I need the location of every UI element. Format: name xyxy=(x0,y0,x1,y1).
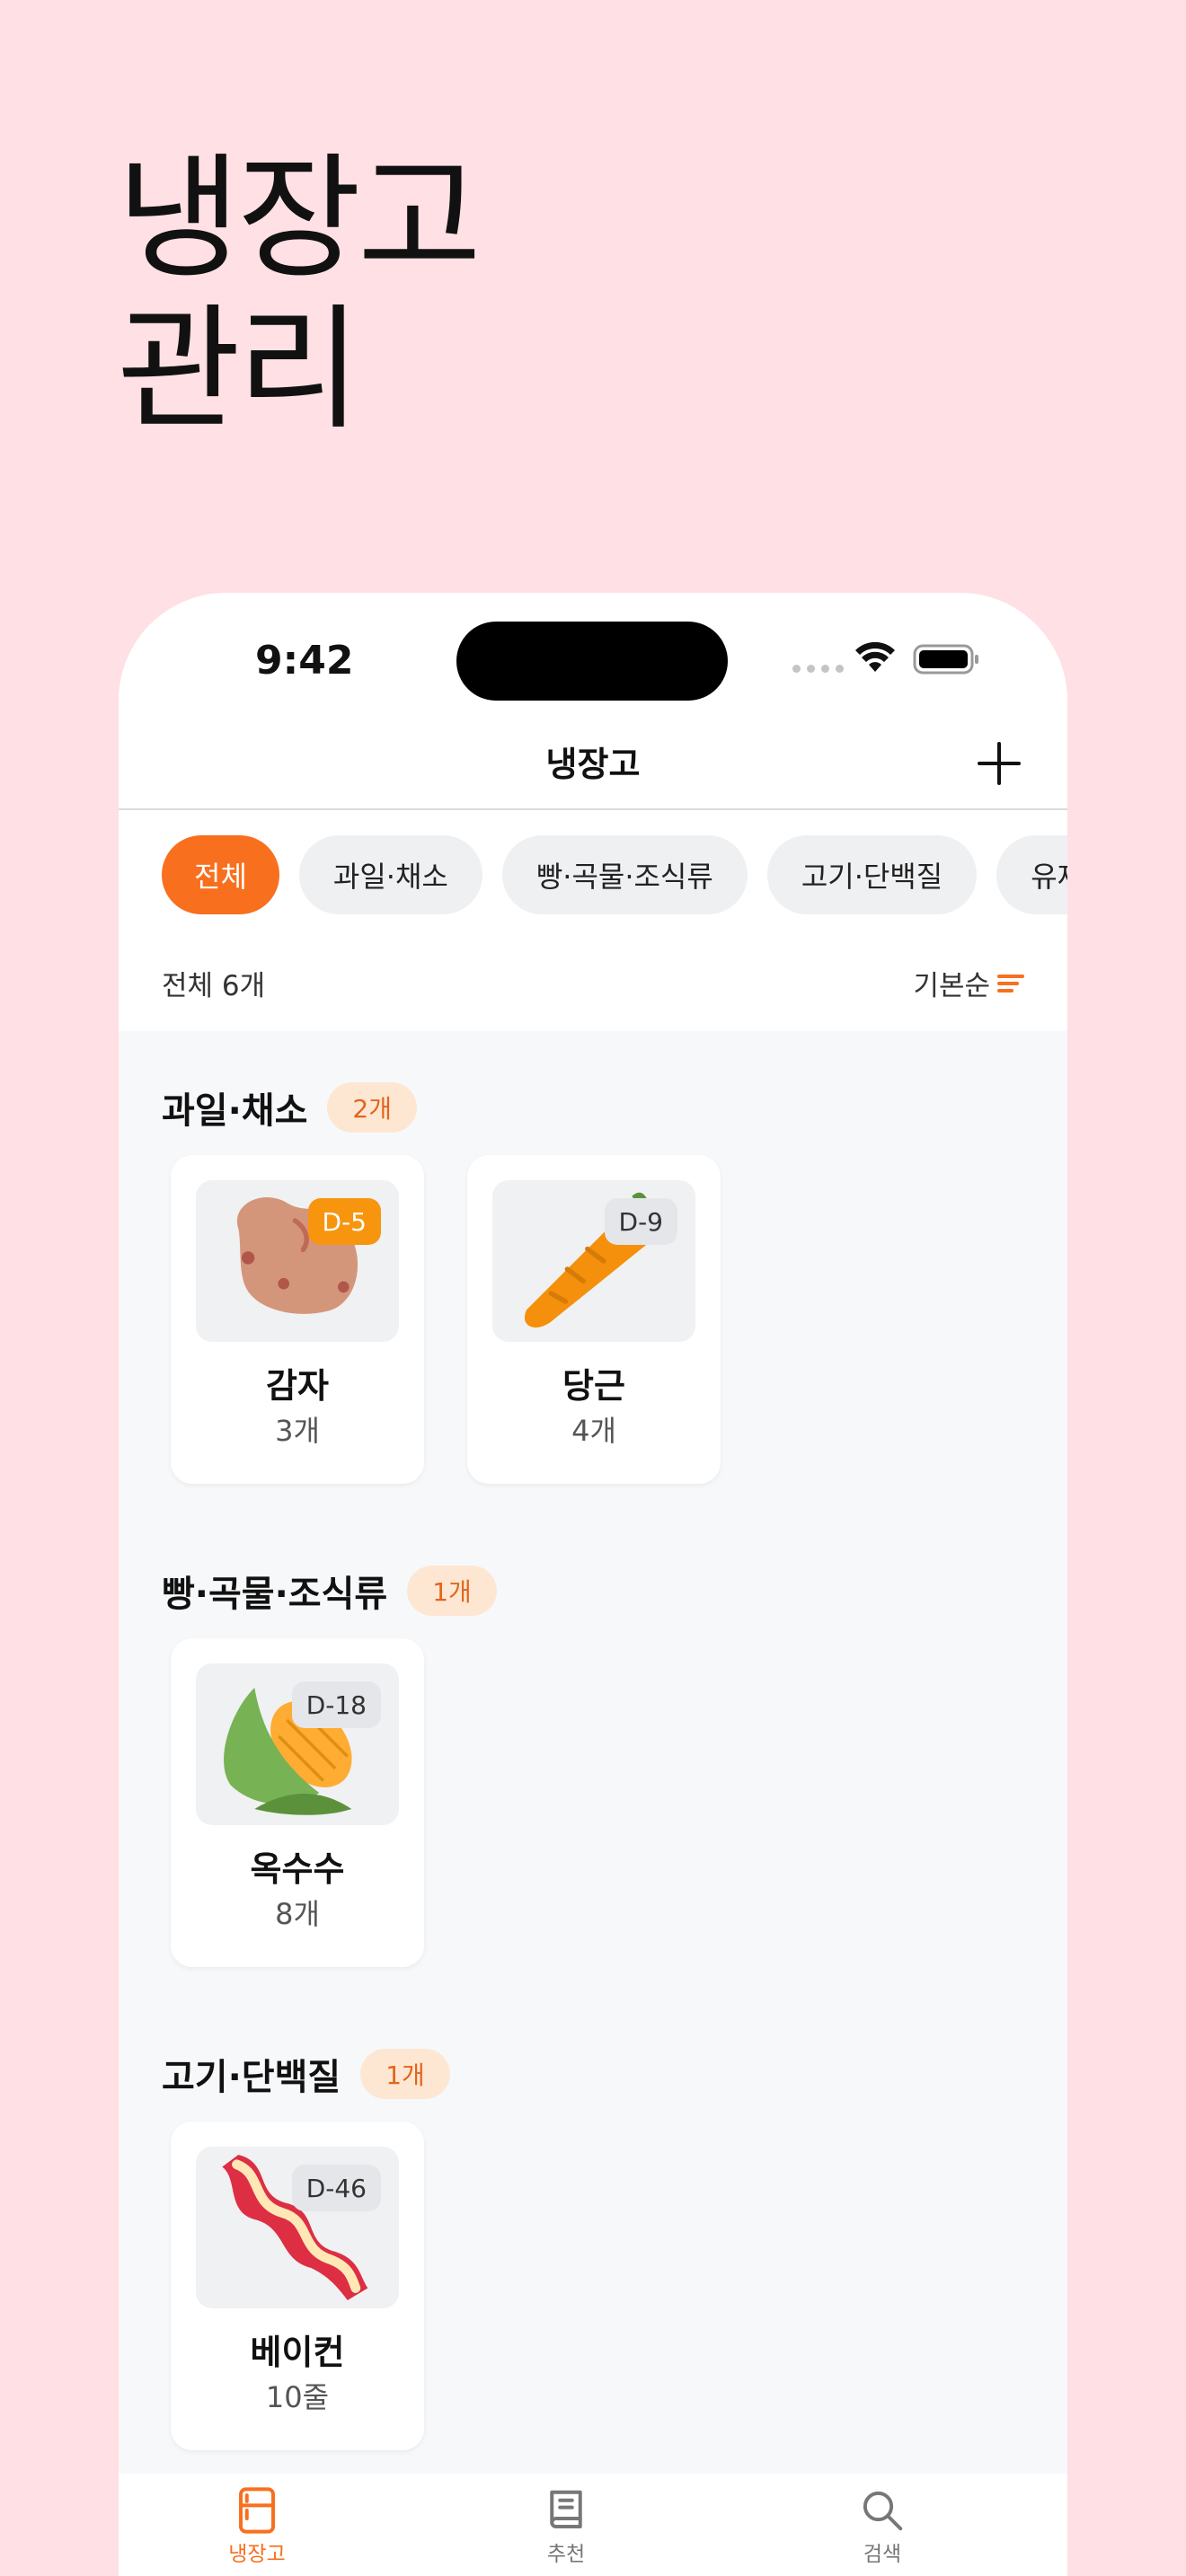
item-thumbnail: D-9 xyxy=(492,1180,695,1342)
item-name: 옥수수 xyxy=(250,1849,345,1889)
header-divider xyxy=(119,808,1067,810)
section-count-badge: 2개 xyxy=(327,1082,417,1133)
expiry-badge: D-46 xyxy=(291,2165,381,2211)
item-name: 당근 xyxy=(562,1366,625,1406)
item-quantity: 3개 xyxy=(275,1414,320,1448)
sort-icon xyxy=(997,974,1024,992)
item-card[interactable]: D-9 당근 4개 xyxy=(467,1155,721,1484)
item-name: 베이컨 xyxy=(250,2333,345,2372)
tab-bar: 냉장고 추천 검색 xyxy=(119,2474,1067,2576)
summary-row: 전체 6개 기본순 xyxy=(162,963,1024,1003)
section-title: 과일·채소 xyxy=(162,1090,308,1132)
tab-book[interactable]: 추천 xyxy=(494,2474,638,2567)
section-header: 고기·단백질 1개 xyxy=(162,2048,450,2100)
section-header: 과일·채소 2개 xyxy=(162,1081,417,1134)
search-icon xyxy=(863,2491,903,2531)
filter-chip[interactable]: 고기·단백질 xyxy=(766,835,978,914)
fridge-icon xyxy=(239,2487,275,2534)
filter-chip[interactable]: 과일·채소 xyxy=(298,835,482,914)
add-item-button[interactable] xyxy=(972,737,1026,790)
item-quantity: 8개 xyxy=(275,1897,320,1931)
sort-button[interactable]: 기본순 xyxy=(913,963,1024,1003)
section-title: 고기·단백질 xyxy=(162,2057,341,2098)
category-filter-chips: 전체과일·채소빵·곡물·조식류고기·단백질유제 xyxy=(162,835,1067,914)
filter-chip[interactable]: 유제 xyxy=(996,835,1067,914)
tab-search[interactable]: 검색 xyxy=(810,2474,954,2567)
phone-screen: 9:42 냉장고 전체과일·채소빵·곡물·조식류고기·단백질유제 전체 6개 기… xyxy=(119,593,1067,2576)
filter-chip[interactable]: 빵·곡물·조식류 xyxy=(501,835,748,914)
expiry-badge: D-9 xyxy=(604,1198,677,1245)
status-time: 9:42 xyxy=(255,638,354,684)
wifi-icon xyxy=(855,641,895,672)
hero-title: 냉장고 관리 xyxy=(117,141,482,448)
book-icon xyxy=(550,2490,582,2528)
battery-icon xyxy=(913,644,978,675)
section-count-badge: 1개 xyxy=(407,1566,497,1616)
hero-line-2: 관리 xyxy=(117,292,361,448)
section-count-badge: 1개 xyxy=(360,2049,450,2099)
item-thumbnail: D-46 xyxy=(196,2147,399,2308)
item-count: 전체 6개 xyxy=(162,970,266,1002)
expiry-badge: D-5 xyxy=(307,1198,381,1245)
sort-label: 기본순 xyxy=(913,970,990,1002)
item-quantity: 4개 xyxy=(571,1414,616,1448)
dynamic-island xyxy=(456,622,728,701)
tab-fridge[interactable]: 냉장고 xyxy=(185,2474,329,2567)
item-name: 감자 xyxy=(266,1366,329,1406)
item-quantity: 10줄 xyxy=(265,2380,330,2414)
item-thumbnail: D-5 xyxy=(196,1180,399,1342)
section-header: 빵·곡물·조식류 1개 xyxy=(162,1565,497,1617)
item-card[interactable]: D-5 감자 3개 xyxy=(171,1155,424,1484)
item-thumbnail: D-18 xyxy=(196,1663,399,1825)
tab-label: 추천 xyxy=(546,2543,586,2566)
filter-chip[interactable]: 전체 xyxy=(162,835,279,914)
expiry-badge: D-18 xyxy=(291,1681,381,1728)
item-card[interactable]: D-46 베이컨 10줄 xyxy=(171,2122,424,2450)
tab-label: 냉장고 xyxy=(228,2543,286,2566)
cellular-signal-icon xyxy=(792,665,844,673)
item-card[interactable]: D-18 옥수수 8개 xyxy=(171,1638,424,1967)
hero-line-1: 냉장고 xyxy=(117,141,482,297)
tab-label: 검색 xyxy=(863,2543,902,2566)
nav-title: 냉장고 xyxy=(545,745,641,784)
section-title: 빵·곡물·조식류 xyxy=(162,1574,388,1615)
